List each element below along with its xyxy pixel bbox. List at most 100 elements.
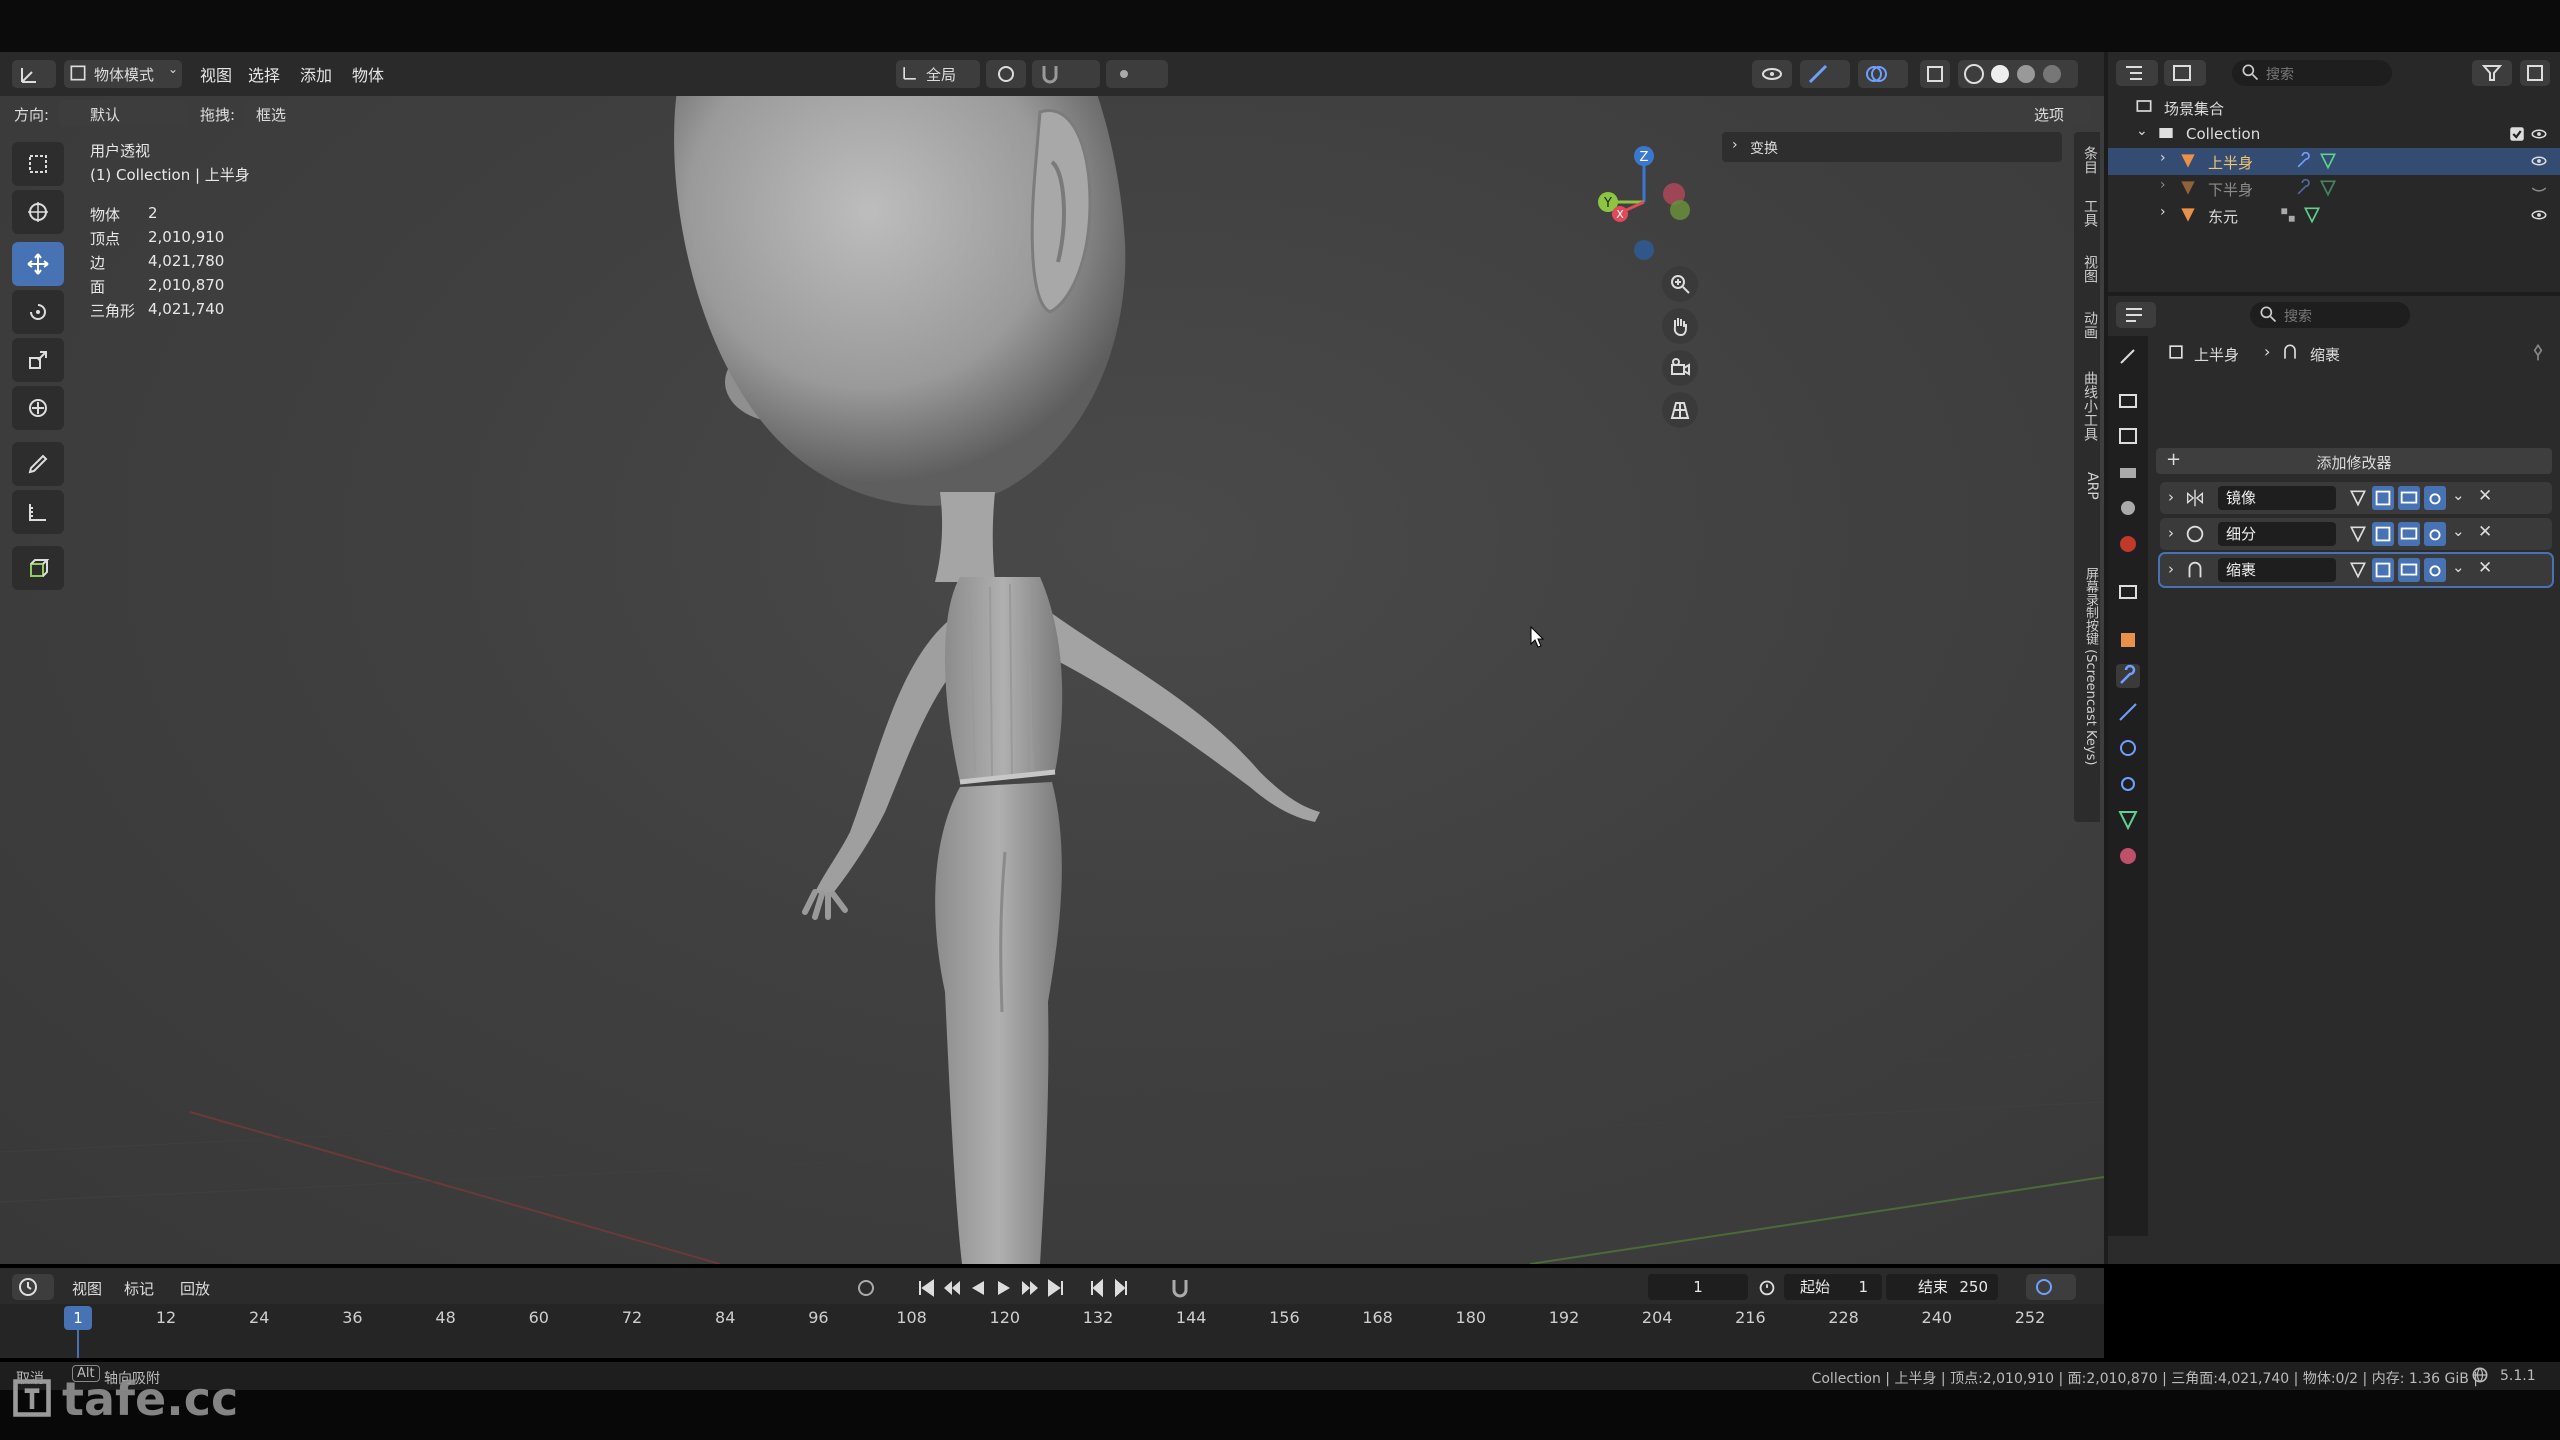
visibility-button[interactable] <box>1752 60 1792 88</box>
transform-orientation-dropdown[interactable]: 全局 <box>896 60 980 88</box>
current-frame-field[interactable]: 1 <box>1648 1274 1748 1300</box>
add-cube-tool[interactable] <box>12 546 64 590</box>
edit-mode-toggle-icon[interactable] <box>2348 487 2368 509</box>
outliner-object-row[interactable]: › 东元 <box>2108 202 2560 229</box>
timeline-menu-playback[interactable]: 回放 <box>180 1278 210 1299</box>
proportional-edit-button[interactable] <box>1106 60 1168 88</box>
modifier-name-field[interactable]: 缩裹 <box>2218 558 2336 582</box>
chevron-down-icon[interactable]: ⌄ <box>2452 486 2465 504</box>
view-layer-tab-icon[interactable] <box>2116 460 2140 484</box>
properties-search-input[interactable]: 搜索 <box>2250 302 2410 328</box>
next-frame-icon[interactable] <box>1110 1276 1134 1300</box>
jump-start-icon[interactable] <box>914 1276 938 1300</box>
frame-ruler[interactable]: 1 12 24 36 48 60 72 84 96 108 120 132 144 156 168 180 19… <box>0 1304 2104 1358</box>
perspective-toggle-button[interactable] <box>1662 392 1698 428</box>
material-shading-icon[interactable] <box>2014 62 2038 86</box>
menu-select[interactable]: 选择 <box>248 62 280 86</box>
timeline-menu-view[interactable]: 视图 <box>72 1278 102 1299</box>
rendered-shading-icon[interactable] <box>2040 62 2064 86</box>
gizmo-button[interactable] <box>1800 60 1850 88</box>
pivot-button[interactable] <box>986 60 1026 88</box>
chevron-right-icon[interactable]: › <box>2160 177 2166 193</box>
physics-tab-icon[interactable] <box>2116 736 2140 760</box>
outliner-editor-type-button[interactable] <box>2116 60 2158 86</box>
annotate-tool[interactable] <box>12 442 64 486</box>
options-dropdown[interactable]: 选项 <box>2020 100 2090 126</box>
tab-item[interactable]: 条目 <box>2074 132 2100 188</box>
particles-tab-icon[interactable] <box>2116 700 2140 724</box>
collection-tab-icon[interactable] <box>2116 580 2140 604</box>
chevron-down-icon[interactable]: ⌄ <box>2452 558 2465 576</box>
record-icon[interactable] <box>854 1276 878 1300</box>
close-icon[interactable]: ✕ <box>2478 558 2492 578</box>
tab-view[interactable]: 视图 <box>2074 238 2100 300</box>
character-model[interactable] <box>600 52 1320 1264</box>
close-icon[interactable]: ✕ <box>2478 486 2492 506</box>
tab-tool[interactable]: 工具 <box>2074 182 2100 244</box>
outliner-object-row[interactable]: › 下半身 <box>2108 175 2560 202</box>
modifier-panel[interactable]: › 缩裹 ⌄ ✕ <box>2158 552 2554 588</box>
modifier-name-field[interactable]: 细分 <box>2218 522 2336 546</box>
eye-icon[interactable] <box>2530 152 2548 170</box>
xray-button[interactable] <box>1920 60 1950 88</box>
measure-tool[interactable] <box>12 490 64 534</box>
tab-arp[interactable]: ARP <box>2074 456 2100 516</box>
collection-row[interactable]: ⌄ Collection <box>2108 121 2560 148</box>
display-mode-button[interactable] <box>2164 60 2206 86</box>
viewport-display-icon[interactable] <box>2398 522 2420 546</box>
navigation-gizmo[interactable]: Z Y X <box>1584 142 1704 262</box>
render-camera-icon[interactable] <box>2424 522 2446 546</box>
tab-animation[interactable]: 动画 <box>2074 294 2100 356</box>
drag-dropdown[interactable]: 框选 <box>244 100 312 126</box>
tool-tab-icon[interactable] <box>2116 344 2140 368</box>
object-tab-icon[interactable] <box>2116 628 2140 652</box>
start-frame-field[interactable]: 起始 1 <box>1784 1274 1882 1300</box>
new-collection-button[interactable] <box>2520 60 2550 86</box>
timeline-editor-type-button[interactable] <box>12 1274 54 1300</box>
stopwatch-icon[interactable] <box>1756 1276 1778 1298</box>
modifier-panel[interactable]: › 细分 ⌄ ✕ <box>2160 518 2552 550</box>
transform-tool[interactable] <box>12 386 64 430</box>
snap-button[interactable] <box>1032 60 1100 88</box>
eye-icon[interactable] <box>2530 125 2548 143</box>
chevron-right-icon[interactable]: › <box>2168 524 2174 542</box>
move-tool[interactable] <box>12 242 64 286</box>
eye-closed-icon[interactable] <box>2530 179 2548 197</box>
outliner-object-row[interactable]: › 上半身 <box>2108 148 2560 175</box>
properties-editor-type-button[interactable] <box>2116 302 2156 328</box>
cage-toggle-icon[interactable] <box>2372 486 2394 510</box>
jump-end-icon[interactable] <box>1044 1276 1068 1300</box>
mode-dropdown[interactable]: 物体模式 ⌄ <box>64 60 182 88</box>
tab-screencast-keys[interactable]: 屏幕录制按键 (Screencast Keys) <box>2074 510 2100 822</box>
keying-magnet-icon[interactable] <box>1168 1276 1192 1300</box>
select-box-tool[interactable] <box>12 142 64 186</box>
rotate-tool[interactable] <box>12 290 64 334</box>
timeline-menu-marker[interactable]: 标记 <box>124 1278 154 1299</box>
chevron-down-icon[interactable]: ⌄ <box>2136 123 2148 139</box>
zoom-button[interactable] <box>1662 266 1698 302</box>
close-icon[interactable]: ✕ <box>2478 522 2492 542</box>
modifier-name-field[interactable]: 镜像 <box>2218 486 2336 510</box>
chevron-right-icon[interactable]: › <box>2160 204 2166 220</box>
render-camera-icon[interactable] <box>2424 558 2446 582</box>
tab-curve-tools[interactable]: 曲线小工具 <box>2074 350 2100 462</box>
menu-object[interactable]: 物体 <box>352 62 384 86</box>
scene-tab-icon[interactable] <box>2116 496 2140 520</box>
cursor-tool[interactable] <box>12 190 64 234</box>
orientation-dropdown[interactable]: 默认 <box>58 100 188 126</box>
render-camera-icon[interactable] <box>2424 486 2446 510</box>
overlays-button[interactable] <box>1858 60 1908 88</box>
pan-button[interactable] <box>1662 308 1698 344</box>
pin-icon[interactable] <box>2528 342 2548 362</box>
menu-add[interactable]: 添加 <box>300 62 332 86</box>
viewport-display-icon[interactable] <box>2398 558 2420 582</box>
data-tab-icon[interactable] <box>2116 808 2140 832</box>
3d-viewport[interactable]: 物体模式 ⌄ 视图 选择 添加 物体 全局 方向: 默认 拖拽: 框选 选项 用… <box>0 52 2108 1264</box>
filter-button[interactable] <box>2472 60 2512 86</box>
wireframe-shading-icon[interactable] <box>1962 62 1986 86</box>
camera-view-button[interactable] <box>1662 350 1698 386</box>
prev-frame-icon[interactable] <box>1084 1276 1108 1300</box>
play-icon[interactable] <box>992 1276 1016 1300</box>
cage-toggle-icon[interactable] <box>2372 522 2394 546</box>
prev-keyframe-icon[interactable] <box>940 1276 964 1300</box>
